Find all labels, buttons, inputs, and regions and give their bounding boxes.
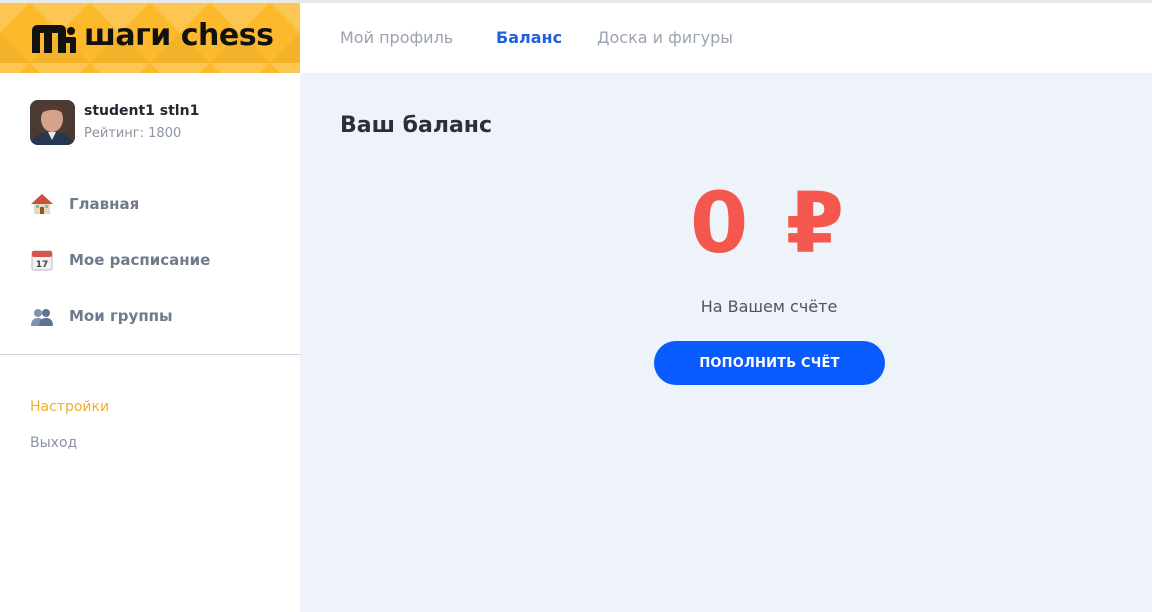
sidebar-item-home[interactable]: Главная [30,191,290,221]
settings-link[interactable]: Настройки [30,399,109,415]
sidebar-item-groups[interactable]: Мои группы [30,303,290,333]
balance-amount: 0 ₽ [689,174,849,272]
avatar-photo-icon [30,100,75,145]
sidebar-item-label: Главная [69,195,140,213]
user-card[interactable]: student1 stln1 Рейтинг: 1800 [30,100,290,146]
top-up-button[interactable]: ПОПОЛНИТЬ СЧЁТ [654,341,885,385]
sidebar-item-label: Мое расписание [69,251,211,269]
tab-profile[interactable]: Мой профиль [340,28,453,47]
sidebar-divider [0,354,300,355]
brand-logo[interactable]: шаги chess [0,3,300,73]
people-icon [31,309,53,326]
balance-subtitle: На Вашем счёте [700,297,838,316]
avatar[interactable] [30,100,75,145]
tab-board-pieces[interactable]: Доска и фигуры [597,28,733,47]
logout-link[interactable]: Выход [30,435,77,451]
sidebar: шаги chess student1 stln1 Рейтинг: 1800 [0,3,300,612]
page-title: Ваш баланс [340,113,493,138]
sidebar-item-label: Мои группы [69,307,173,325]
sidebar-item-schedule[interactable]: 17 Мое расписание [30,247,290,277]
tab-balance[interactable]: Баланс [496,28,562,47]
brand-name: шаги chess [84,18,274,53]
user-name: student1 stln1 [84,103,200,119]
calendar-icon: 17 [31,250,53,271]
profile-tabs: Мой профиль Баланс Доска и фигуры [300,3,1152,73]
logo-icon [32,25,76,53]
user-rating: Рейтинг: 1800 [84,126,182,141]
house-icon [31,194,53,214]
main-content: Ваш баланс 0 ₽ На Вашем счёте ПОПОЛНИТЬ … [300,73,1152,612]
svg-text:17: 17 [36,260,49,270]
